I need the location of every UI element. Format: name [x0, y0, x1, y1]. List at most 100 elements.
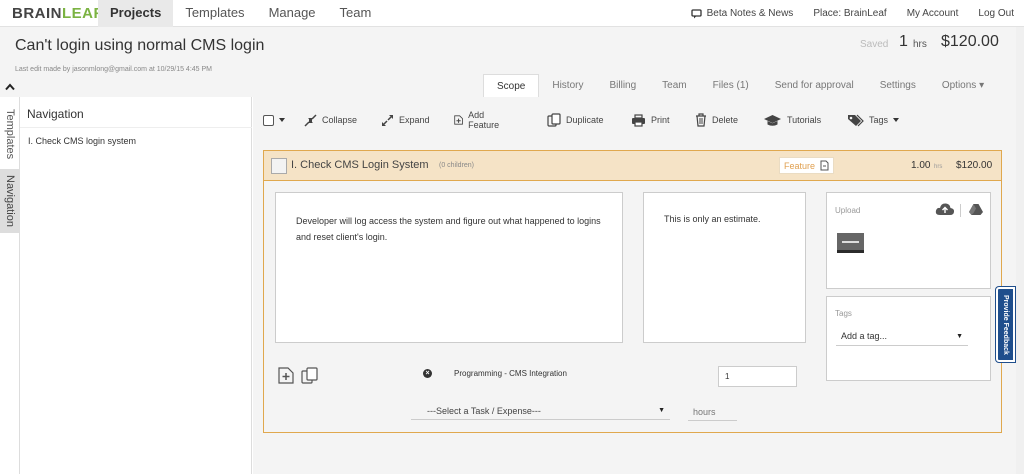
add-feature-label: Add Feature: [468, 110, 500, 130]
nav-projects[interactable]: Projects: [98, 0, 174, 27]
navigation-panel: Navigation I. Check CMS login system: [20, 97, 252, 474]
feature-hours-unit: hrs: [934, 164, 943, 170]
duplicate-button[interactable]: Duplicate: [547, 110, 604, 130]
hours-input[interactable]: [688, 403, 737, 421]
upload-panel: Upload: [826, 192, 991, 289]
select-all-dropdown[interactable]: [263, 110, 285, 130]
add-tag-select[interactable]: Add a tag... ▼: [836, 327, 968, 346]
nav-templates[interactable]: Templates: [173, 0, 256, 27]
tags-label: Tags: [869, 115, 889, 125]
brainleaf-logo[interactable]: BRAINLEAF: [12, 5, 103, 22]
upload-label: Upload: [835, 206, 861, 215]
tags-dropdown[interactable]: Tags: [847, 110, 900, 130]
caret-down-icon: [893, 118, 900, 122]
tutorials-button[interactable]: Tutorials: [763, 110, 821, 130]
place-link[interactable]: Place: BrainLeaf: [803, 0, 896, 27]
note-editor[interactable]: This is only an estimate.: [643, 192, 806, 343]
add-feature-button[interactable]: Add Feature: [454, 110, 503, 130]
expand-icon: [382, 114, 393, 126]
remove-task-button[interactable]: ×: [423, 369, 432, 378]
feature-card: I. Check CMS Login System (0 children) F…: [263, 150, 1002, 433]
divider: [960, 204, 961, 217]
task-name: Programming - CMS Integration: [454, 369, 567, 378]
speech-bubble-icon: [690, 8, 702, 18]
tab-send-for-approval[interactable]: Send for approval: [762, 74, 867, 98]
cloud-upload-icon[interactable]: [935, 202, 955, 216]
add-document-icon: [454, 115, 463, 125]
main-content: Collapse Expand Add Feature Duplicate Pr…: [253, 97, 1024, 474]
vertical-tabs: Templates Navigation: [0, 97, 20, 474]
description-text: Developer will log access the system and…: [296, 216, 601, 242]
vtab-templates[interactable]: Templates: [0, 105, 20, 163]
tab-billing[interactable]: Billing: [596, 74, 649, 98]
my-account-link[interactable]: My Account: [897, 0, 969, 27]
document-icon: [820, 160, 829, 171]
task-expense-placeholder: ---Select a Task / Expense---: [427, 406, 541, 416]
collapse-header-icon[interactable]: [5, 82, 15, 94]
nav-team[interactable]: Team: [328, 0, 384, 27]
printer-icon: [632, 113, 645, 127]
logout-link[interactable]: Log Out: [968, 0, 1024, 27]
main-nav: Projects Templates Manage Team: [98, 0, 383, 27]
tab-team[interactable]: Team: [649, 74, 699, 98]
caret-down-icon: ▼: [956, 333, 963, 340]
feature-checkbox[interactable]: [271, 158, 287, 174]
project-tabs: Scope History Billing Team Files (1) Sen…: [483, 74, 997, 98]
duplicate-task-icon[interactable]: [301, 367, 319, 384]
feature-children-count: (0 children): [439, 162, 475, 169]
task-expense-select[interactable]: ---Select a Task / Expense--- ▼: [411, 402, 670, 420]
select-all-checkbox[interactable]: [263, 114, 274, 126]
expand-button[interactable]: Expand: [381, 110, 430, 130]
caret-down-icon: [279, 118, 285, 122]
note-text: This is only an estimate.: [664, 214, 761, 224]
add-task-icon[interactable]: [278, 367, 294, 384]
beta-notes-label: Beta Notes & News: [706, 7, 794, 19]
duplicate-icon: [547, 113, 561, 127]
page-scrollbar[interactable]: [1016, 27, 1024, 474]
feature-type-label: Feature: [784, 160, 816, 171]
divider: [20, 127, 252, 128]
project-header: Can't login using normal CMS login Last …: [0, 27, 1024, 98]
delete-label: Delete: [712, 115, 739, 125]
nav-manage[interactable]: Manage: [257, 0, 328, 27]
beta-notes-link[interactable]: Beta Notes & News: [681, 0, 804, 27]
tutorials-label: Tutorials: [787, 115, 822, 125]
project-title[interactable]: Can't login using normal CMS login: [15, 37, 264, 55]
last-edit-info: Last edit made by jasonmlong@gmail.com a…: [15, 66, 212, 73]
feature-hours: 1.00: [911, 160, 931, 171]
description-editor[interactable]: Developer will log access the system and…: [275, 192, 623, 343]
collapse-button[interactable]: Collapse: [304, 110, 357, 130]
tags-icon: [848, 114, 864, 126]
delete-button[interactable]: Delete: [695, 110, 738, 130]
tab-history[interactable]: History: [539, 74, 596, 98]
google-drive-icon[interactable]: [969, 203, 983, 215]
project-hours-unit: hrs: [913, 39, 927, 50]
feature-cost: $120.00: [956, 160, 993, 171]
saved-status: Saved: [860, 39, 889, 50]
tab-settings[interactable]: Settings: [867, 74, 929, 98]
project-hours: 1: [899, 33, 908, 50]
file-thumbnail[interactable]: [837, 233, 864, 253]
print-button[interactable]: Print: [631, 110, 670, 130]
collapse-icon: [304, 113, 317, 127]
expand-label: Expand: [399, 115, 430, 125]
tags-panel-label: Tags: [835, 309, 852, 318]
nav-feature-item[interactable]: I. Check CMS login system: [28, 136, 136, 146]
duplicate-label: Duplicate: [566, 115, 604, 125]
caret-down-icon: ▼: [658, 407, 665, 414]
feature-type-badge[interactable]: Feature: [779, 157, 835, 174]
tab-files[interactable]: Files (1): [700, 74, 762, 98]
provide-feedback-tab[interactable]: Provide Feedback: [996, 287, 1015, 362]
vtab-navigation[interactable]: Navigation: [0, 169, 20, 233]
feature-title[interactable]: I. Check CMS Login System: [291, 159, 429, 171]
task-quantity-input[interactable]: [718, 366, 797, 387]
project-total: $120.00: [941, 33, 999, 50]
graduation-cap-icon: [764, 114, 781, 126]
collapse-label: Collapse: [322, 115, 358, 125]
tab-scope[interactable]: Scope: [483, 74, 540, 98]
add-tag-placeholder: Add a tag...: [841, 331, 888, 341]
trash-icon: [696, 113, 706, 127]
navigation-title: Navigation: [27, 107, 84, 121]
print-label: Print: [651, 115, 670, 125]
tab-options[interactable]: Options ▾: [929, 74, 997, 98]
